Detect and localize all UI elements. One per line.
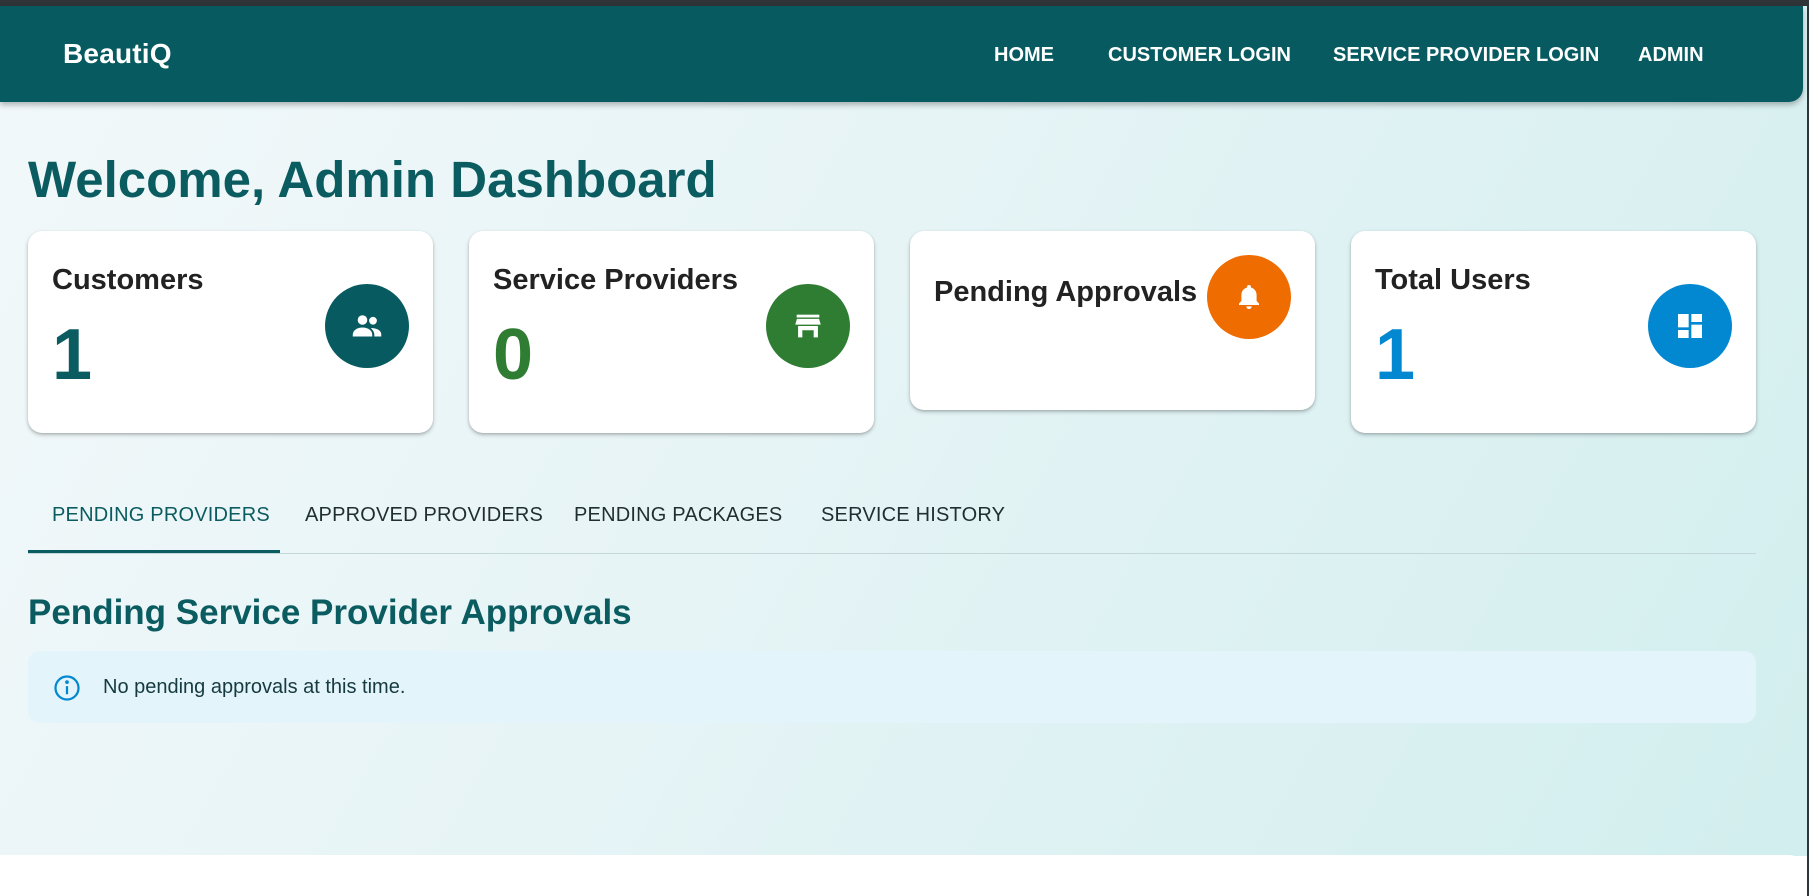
stat-label: Customers [52, 264, 204, 296]
stat-card-pending-approvals: Pending Approvals [910, 231, 1315, 410]
stat-card-customers: Customers 1 [28, 231, 433, 433]
stat-card-service-providers: Service Providers 0 [469, 231, 874, 433]
stat-label: Pending Approvals [934, 276, 1198, 308]
tab-pending-packages[interactable]: PENDING PACKAGES [574, 504, 782, 527]
bell-icon [1207, 255, 1291, 339]
stat-value: 0 [493, 315, 534, 395]
stat-label: Service Providers [493, 264, 739, 296]
tab-pending-providers[interactable]: PENDING PROVIDERS [52, 504, 270, 527]
stat-label: Total Users [1375, 264, 1531, 296]
nav-service-provider-login[interactable]: SERVICE PROVIDER LOGIN [1333, 44, 1599, 67]
tab-service-history[interactable]: SERVICE HISTORY [821, 504, 1005, 527]
nav-home[interactable]: HOME [994, 44, 1054, 67]
info-alert: No pending approvals at this time. [28, 651, 1756, 723]
page-title: Welcome, Admin Dashboard [28, 151, 717, 208]
storefront-icon [766, 284, 850, 368]
stat-card-total-users: Total Users 1 [1351, 231, 1756, 433]
page-footer-area [0, 855, 1807, 896]
tab-approved-providers[interactable]: APPROVED PROVIDERS [305, 504, 543, 527]
nav-links: HOME CUSTOMER LOGIN SERVICE PROVIDER LOG… [0, 44, 1803, 74]
alert-message: No pending approvals at this time. [103, 676, 406, 698]
nav-customer-login[interactable]: CUSTOMER LOGIN [1108, 44, 1291, 67]
info-icon [52, 673, 82, 708]
active-tab-indicator [28, 550, 280, 553]
nav-admin[interactable]: ADMIN [1638, 44, 1704, 67]
dashboard-icon [1648, 284, 1732, 368]
people-icon [325, 284, 409, 368]
top-navbar: BeautiQ HOME CUSTOMER LOGIN SERVICE PROV… [0, 6, 1803, 102]
stat-value: 1 [1375, 315, 1416, 395]
section-title: Pending Service Provider Approvals [28, 593, 632, 632]
tab-bar: PENDING PROVIDERS APPROVED PROVIDERS PEN… [28, 492, 1756, 554]
stat-value: 1 [52, 315, 93, 395]
